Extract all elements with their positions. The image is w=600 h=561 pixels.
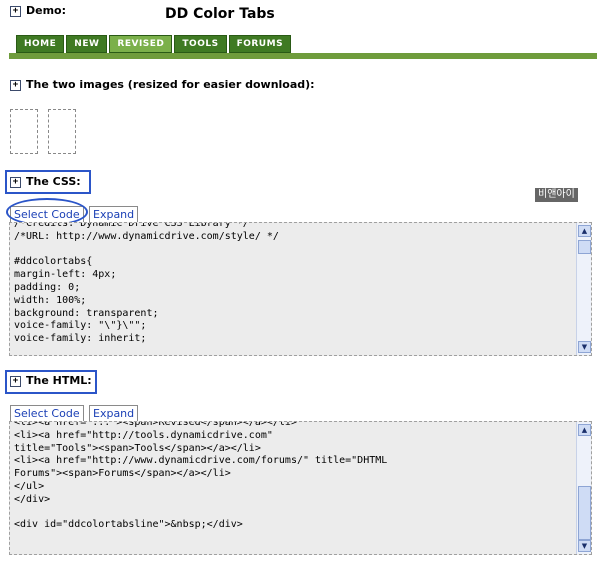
expand-icon[interactable]: + [10,6,21,17]
scrollbar-thumb[interactable] [578,240,591,254]
images-section-heading: The two images (resized for easier downl… [26,78,315,91]
css-code-text: /*Credits: Dynamic Drive CSS Library */ … [14,222,279,345]
tab-home[interactable]: HOME [16,35,65,53]
tab-revised[interactable]: REVISED [109,35,173,53]
tab-forums[interactable]: FORUMS [228,35,292,53]
select-code-button[interactable]: Select Code [10,405,84,422]
html-section-heading: The HTML: [26,374,92,387]
demo-title: DD Color Tabs [165,6,275,22]
scroll-up-icon[interactable]: ▲ [578,225,591,237]
expand-button[interactable]: Expand [89,405,139,422]
demo-label: Demo: [26,4,67,17]
scrollbar[interactable]: ▲ ▼ [576,422,591,554]
watermark-badge: 비앤아이 [535,188,578,202]
css-section-heading: The CSS: [26,175,81,188]
css-code-box[interactable]: /*Credits: Dynamic Drive CSS Library */ … [9,222,592,356]
tab-tools[interactable]: TOOLS [174,35,227,53]
scroll-down-icon[interactable]: ▼ [578,540,591,552]
tab-image-placeholder [10,109,38,154]
scrollbar-thumb[interactable] [578,486,591,540]
html-code-text: <li><a href="..."><span>Revised</span></… [14,421,388,531]
expand-icon[interactable]: + [10,177,21,188]
tab-image-placeholder [48,109,76,154]
expand-icon[interactable]: + [10,376,21,387]
expand-icon[interactable]: + [10,80,21,91]
scrollbar[interactable]: ▲ ▼ [576,223,591,355]
expand-button[interactable]: Expand [89,206,139,223]
tab-new[interactable]: NEW [66,35,108,53]
color-tabs-menu: HOME NEW REVISED TOOLS FORUMS [16,35,293,53]
scroll-up-icon[interactable]: ▲ [578,424,591,436]
scroll-down-icon[interactable]: ▼ [578,341,591,353]
tabs-baseline [9,53,597,59]
html-code-box[interactable]: <li><a href="..."><span>Revised</span></… [9,421,592,555]
